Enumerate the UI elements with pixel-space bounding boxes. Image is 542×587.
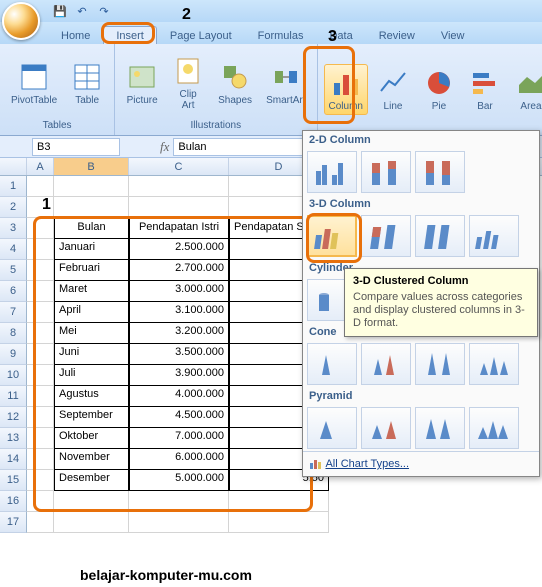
ribbon: PivotTable Table Tables Picture Clip Art…: [0, 44, 542, 136]
office-button[interactable]: [2, 2, 40, 40]
tab-insert[interactable]: Insert: [103, 26, 157, 44]
clipart-button[interactable]: Clip Art: [167, 52, 209, 114]
chart-pyramid-4[interactable]: [469, 407, 519, 449]
watermark: belajar-komputer-mu.com: [80, 567, 252, 583]
all-chart-types-link[interactable]: All Chart Types...: [303, 451, 539, 476]
bar-chart-button[interactable]: Bar: [464, 64, 506, 115]
row-header[interactable]: 1: [0, 176, 27, 197]
redo-icon[interactable]: ↷: [96, 3, 112, 19]
chart-3d-clustered[interactable]: [307, 215, 357, 257]
gallery-section-pyramid: Pyramid: [303, 387, 539, 405]
tooltip-title: 3-D Clustered Column: [353, 275, 529, 287]
row-header[interactable]: 6: [0, 281, 27, 302]
row-header[interactable]: 11: [0, 386, 27, 407]
area-chart-button[interactable]: Area: [510, 64, 542, 115]
chart-3d-100stacked[interactable]: [415, 215, 465, 257]
row-header[interactable]: 9: [0, 344, 27, 365]
group-illustrations: Picture Clip Art Shapes SmartArt Illustr…: [115, 44, 317, 135]
pivottable-button[interactable]: PivotTable: [6, 58, 62, 109]
smartart-icon: [270, 61, 302, 93]
col-header-c[interactable]: C: [129, 158, 229, 175]
tab-view[interactable]: View: [428, 26, 478, 44]
gallery-section-3d: 3-D Column: [303, 195, 539, 213]
undo-icon[interactable]: ↶: [74, 3, 90, 19]
chart-cone-2[interactable]: [361, 343, 411, 385]
group-tables: PivotTable Table Tables: [0, 44, 115, 135]
chart-pyramid-1[interactable]: [307, 407, 357, 449]
row-header[interactable]: 17: [0, 512, 27, 533]
chart-pyramid-3[interactable]: [415, 407, 465, 449]
save-icon[interactable]: 💾: [52, 3, 68, 19]
pie-chart-button[interactable]: Pie: [418, 64, 460, 115]
table-row: 17: [0, 512, 542, 533]
tooltip-body: Compare values across categories and dis…: [353, 291, 529, 330]
chart-cone-3[interactable]: [415, 343, 465, 385]
tab-data[interactable]: Data: [316, 26, 365, 44]
picture-icon: [126, 61, 158, 93]
col-header-b[interactable]: B: [54, 158, 129, 175]
title-bar: 💾 ↶ ↷: [0, 0, 542, 22]
row-header[interactable]: 10: [0, 365, 27, 386]
picture-button[interactable]: Picture: [121, 58, 163, 109]
tab-formulas[interactable]: Formulas: [245, 26, 317, 44]
col-header-a[interactable]: A: [27, 158, 54, 175]
bar-chart-icon: [469, 67, 501, 99]
area-chart-icon: [515, 67, 542, 99]
select-all-corner[interactable]: [0, 158, 27, 175]
smartart-button[interactable]: SmartArt: [261, 58, 310, 109]
chart-3d-stacked[interactable]: [361, 215, 411, 257]
table-row: 16: [0, 491, 542, 512]
chart-2d-clustered[interactable]: [307, 151, 357, 193]
chart-pyramid-2[interactable]: [361, 407, 411, 449]
quick-access-toolbar: 💾 ↶ ↷: [52, 3, 112, 19]
row-header[interactable]: 7: [0, 302, 27, 323]
row-header[interactable]: 2: [0, 197, 27, 218]
pie-chart-icon: [423, 67, 455, 99]
chart-cone-4[interactable]: [469, 343, 519, 385]
row-header[interactable]: 16: [0, 491, 27, 512]
pivottable-icon: [18, 61, 50, 93]
row-header[interactable]: 5: [0, 260, 27, 281]
chart-2d-stacked[interactable]: [361, 151, 411, 193]
ribbon-tabs: Home Insert Page Layout Formulas Data Re…: [0, 22, 542, 44]
shapes-button[interactable]: Shapes: [213, 58, 257, 109]
row-header[interactable]: 15: [0, 470, 27, 491]
row-header[interactable]: 8: [0, 323, 27, 344]
tab-page-layout[interactable]: Page Layout: [157, 26, 245, 44]
column-chart-button[interactable]: Column: [324, 64, 368, 115]
clipart-icon: [172, 55, 204, 87]
chart-2d-100stacked[interactable]: [415, 151, 465, 193]
chart-tooltip: 3-D Clustered Column Compare values acro…: [344, 268, 538, 337]
annotation-num-1: 1: [42, 196, 51, 214]
annotation-num-2: 2: [182, 6, 191, 24]
tab-home[interactable]: Home: [48, 26, 103, 44]
row-header[interactable]: 14: [0, 449, 27, 470]
table-icon: [71, 61, 103, 93]
row-header[interactable]: 3: [0, 218, 27, 239]
annotation-num-3: 3: [328, 28, 337, 46]
row-header[interactable]: 13: [0, 428, 27, 449]
chart-3d-column[interactable]: [469, 215, 519, 257]
tab-review[interactable]: Review: [366, 26, 428, 44]
row-header[interactable]: 12: [0, 407, 27, 428]
column-chart-icon: [330, 67, 362, 99]
row-header[interactable]: 4: [0, 239, 27, 260]
shapes-icon: [219, 61, 251, 93]
line-chart-icon: [377, 67, 409, 99]
fx-icon[interactable]: fx: [160, 139, 169, 155]
name-box[interactable]: [32, 138, 120, 156]
chart-cone-1[interactable]: [307, 343, 357, 385]
group-charts: Column Line Pie Bar Area Scatt: [318, 44, 542, 135]
line-chart-button[interactable]: Line: [372, 64, 414, 115]
table-button[interactable]: Table: [66, 58, 108, 109]
gallery-section-2d: 2-D Column: [303, 131, 539, 149]
